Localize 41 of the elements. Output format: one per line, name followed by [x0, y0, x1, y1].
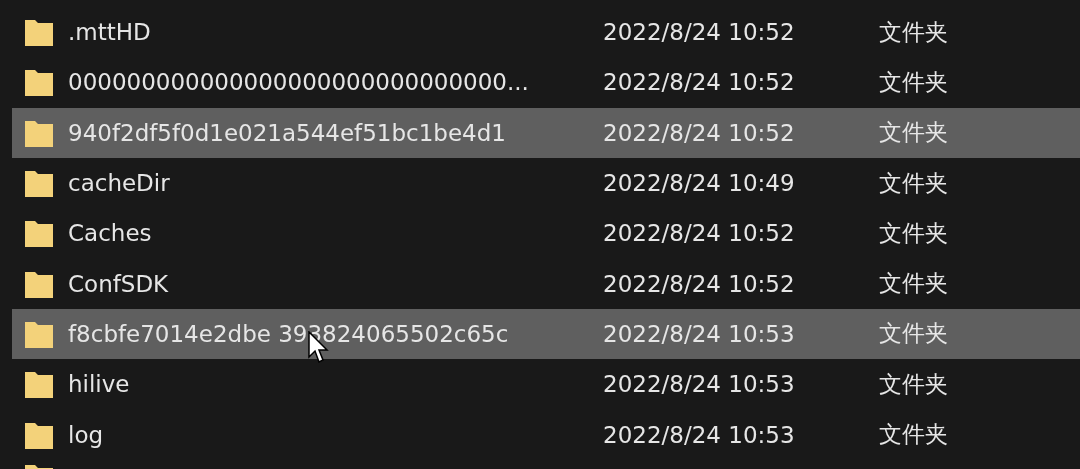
modified-date: 2022/8/24 10:49 — [603, 170, 796, 197]
file-type: 文件夹 — [879, 118, 948, 148]
modified-date: 2022/8/24 10:53 — [603, 320, 796, 347]
modified-date: 2022/8/24 10:52 — [603, 119, 796, 146]
file-name: 940f2df5f0d1e021a544ef51bc1be4d1 — [68, 119, 507, 146]
file-row[interactable]: .mttHD 2022/8/24 10:52 文件夹 — [12, 7, 1080, 58]
file-type: 文件夹 — [879, 319, 948, 349]
modified-date: 2022/8/24 10:52 — [603, 19, 796, 46]
file-name: ConfSDK — [68, 270, 170, 297]
file-type: 文件夹 — [879, 67, 948, 97]
file-type: 文件夹 — [879, 420, 948, 449]
folder-icon — [24, 218, 54, 249]
file-type: 文件夹 — [879, 369, 948, 399]
file-name: 000000000000000000000000000000... — [68, 69, 530, 96]
modified-date: 2022/8/24 10:52 — [603, 270, 796, 297]
file-type: 文件夹 — [879, 218, 948, 248]
file-name: hilive — [68, 371, 131, 398]
file-type: 文件夹 — [879, 269, 948, 299]
modified-date: 2022/8/24 10:53 — [603, 421, 796, 448]
file-row[interactable]: log 2022/8/24 10:53 文件夹 — [12, 409, 1080, 460]
file-row[interactable]: Caches 2022/8/24 10:52 文件夹 — [12, 208, 1080, 259]
file-row[interactable]: f8cbfe7014e2dbe 393824065502c65c 2022/8/24 10:53 文件夹 — [12, 308, 1080, 360]
file-name: cacheDir — [68, 170, 171, 197]
file-name: Caches — [68, 220, 153, 247]
file-row[interactable]: ConfSDK 2022/8/24 10:52 文件夹 — [12, 258, 1080, 309]
modified-date: 2022/8/24 10:53 — [603, 371, 796, 398]
file-name: log — [68, 421, 105, 448]
file-name: f8cbfe7014e2dbe 393824065502c65c — [68, 320, 510, 347]
file-row[interactable]: hilive 2022/8/24 10:53 文件夹 — [12, 359, 1080, 410]
modified-date: 2022/8/24 10:52 — [603, 220, 796, 247]
file-row[interactable]: cacheDir 2022/8/24 10:49 文件夹 — [12, 157, 1080, 209]
file-type: 文件夹 — [879, 168, 948, 198]
folder-icon — [24, 67, 54, 98]
folder-icon — [24, 17, 54, 48]
folder-icon — [24, 168, 54, 199]
file-type: 文件夹 — [879, 17, 948, 47]
file-row[interactable]: 940f2df5f0d1e021a544ef51bc1be4d1 2022/8/24 10:52 文件夹 — [12, 107, 1080, 158]
file-name: .mttHD — [68, 19, 152, 46]
folder-icon — [24, 369, 54, 400]
file-row[interactable]: 000000000000000000000000000000... 2022/8/24 10:52 文件夹 — [12, 57, 1080, 108]
modified-date: 2022/8/24 10:52 — [603, 69, 796, 96]
